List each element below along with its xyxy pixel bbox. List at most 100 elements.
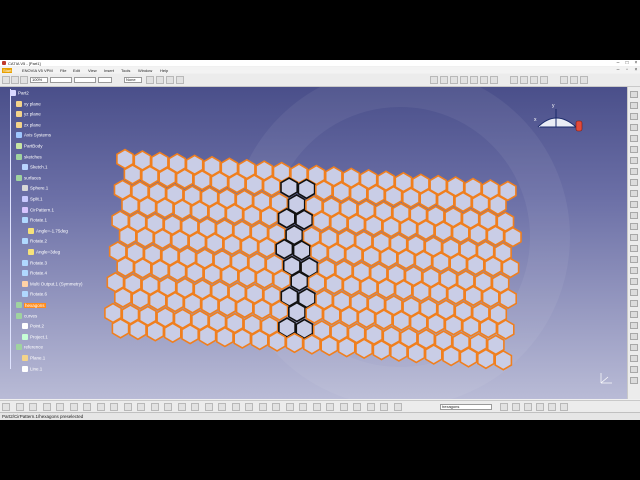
hexagon-cell[interactable] [163,322,182,344]
menu-window[interactable]: Window [138,68,152,73]
hexagon-cell[interactable] [314,179,333,201]
hexagon-cell[interactable] [297,178,316,200]
hexagon-cell[interactable] [471,193,490,214]
hexagon-cell[interactable] [379,247,398,269]
tree-item-line-1[interactable]: Line.1 [22,365,42,374]
sweep-icon[interactable] [490,76,498,84]
hexagon-cell[interactable] [123,164,142,185]
menu-start[interactable]: Start [2,68,13,73]
iso-view-icon[interactable] [191,403,199,411]
hexagon-cell[interactable] [436,190,455,211]
hexagon-cell[interactable] [148,290,167,311]
knowledge-icon[interactable] [285,403,294,411]
hexagon-cell[interactable] [394,279,413,301]
hexagon-cell[interactable] [245,174,264,195]
tree-item-sketches[interactable]: sketches [16,153,42,162]
hexagon-cell[interactable] [287,301,306,323]
hexagon-cell[interactable] [384,185,403,207]
hexagon-cell[interactable] [260,206,279,228]
cut-icon[interactable] [42,403,51,411]
zoom-select[interactable]: 100% [30,77,48,83]
hexagon-pattern-surface[interactable] [104,148,522,371]
rotate-tool-icon[interactable] [570,76,578,84]
hexagon-cell[interactable] [183,293,202,314]
hexagon-cell[interactable] [466,254,485,276]
hexagon-cell[interactable] [158,166,177,188]
paste-icon[interactable] [29,403,37,411]
measure-icon[interactable] [630,102,638,109]
hexagon-cell[interactable] [121,194,139,216]
tree-item-multi-output-1-symmetry[interactable]: Multi Output.1 (Symmetry) [22,280,83,289]
painter-icon[interactable] [156,76,164,84]
tree-item-rotate-4[interactable]: Rotate.4 [22,270,47,278]
render-icon[interactable] [353,403,361,411]
hexagon-cell[interactable] [233,328,252,349]
hexagon-cell[interactable] [198,325,217,347]
measure-between-icon[interactable] [299,403,307,411]
normal-view-icon[interactable] [630,168,638,175]
tree-item-reference[interactable]: reference [16,344,43,352]
tree-item-curves[interactable]: curves [16,312,37,321]
compass-icon[interactable]: y x [532,99,584,139]
catalog-icon[interactable] [630,366,638,373]
hexagon-cell[interactable] [208,202,226,223]
hexagon-cell[interactable] [355,338,374,360]
update-icon[interactable] [630,377,638,384]
hexagon-cell[interactable] [253,298,272,320]
tree-item-cirpattern-1[interactable]: CirPattern.1 [22,206,54,215]
hexagon-cell[interactable] [238,266,256,288]
hexagon-cell[interactable] [442,345,461,367]
hexagon-cell[interactable] [446,284,465,305]
hexagon-cell[interactable] [203,263,222,285]
hexagon-cell[interactable] [131,288,150,310]
hexagon-cell[interactable] [451,222,470,244]
boundary-icon[interactable] [630,223,638,230]
analysis-icon[interactable] [630,267,638,274]
tree-item-angle-3deg[interactable]: Angle=3deg [28,249,60,257]
hexagon-cell[interactable] [262,175,281,197]
fill-icon[interactable] [510,76,518,84]
tree-item-yz-plane[interactable]: yz plane [16,111,41,119]
help-icon[interactable] [560,403,568,411]
menu-insert[interactable]: Insert [104,68,114,73]
tree-item-axis-systems[interactable]: Axis Systems [16,132,51,140]
doc-restore-icon[interactable]: ▫ [623,67,631,73]
split-tool-icon[interactable] [530,76,538,84]
sketcher-icon[interactable] [430,76,438,84]
hexagon-cell[interactable] [171,229,189,251]
hexagon-cell[interactable] [332,181,351,203]
hexagon-cell[interactable] [307,272,326,294]
menu-view[interactable]: View [88,68,97,73]
material-icon[interactable] [366,403,375,411]
hexagon-cell[interactable] [272,269,291,291]
compass-tool-icon[interactable] [512,403,520,411]
undo-icon[interactable] [56,403,64,411]
hexagon-cell[interactable] [449,253,468,274]
extrude-icon[interactable] [470,76,478,84]
multi-view-icon[interactable] [177,403,186,411]
zoom-in-icon[interactable] [630,146,638,153]
hexagon-cell[interactable] [434,220,453,242]
doc-minimize-icon[interactable]: – [614,67,622,73]
close-icon[interactable]: × [632,60,640,66]
tree-item-sketch-1[interactable]: Sketch.1 [22,164,48,172]
hexagon-cell[interactable] [359,276,378,298]
hexagon-cell[interactable] [114,287,132,308]
hexagon-cell[interactable] [225,203,244,225]
hexagon-cell[interactable] [275,238,294,260]
swap-icon[interactable] [231,403,240,411]
join-icon[interactable] [520,76,528,84]
hexagon-cell[interactable] [216,326,234,348]
hexagon-cell[interactable] [389,341,408,362]
hexagon-cell[interactable] [325,273,344,295]
hexagon-cell[interactable] [427,313,446,335]
hexagon-cell[interactable] [377,278,396,299]
point-tool-icon[interactable] [440,76,448,84]
hide-show-icon[interactable] [218,403,226,411]
whats-this-icon[interactable] [83,403,91,411]
hexagon-cell[interactable] [419,188,438,210]
line-thickness-select[interactable] [50,77,72,83]
hexagon-cell[interactable] [228,172,246,194]
select-icon[interactable] [630,91,638,98]
tree-item-project-1[interactable]: Project.1 [22,333,48,342]
